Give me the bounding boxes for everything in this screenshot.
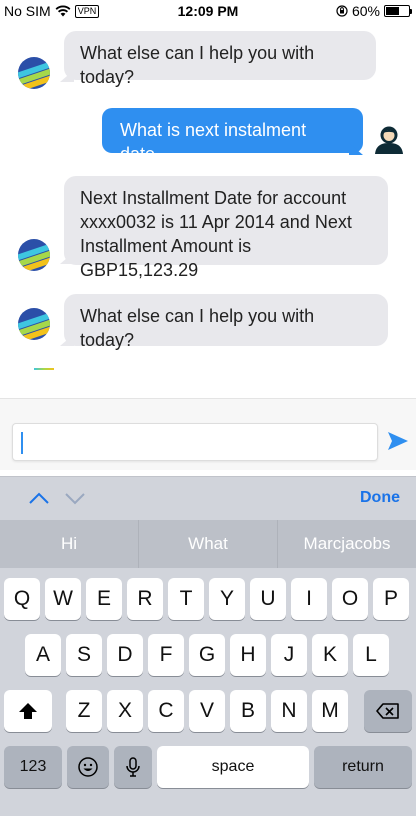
bot-avatar-icon <box>18 308 50 340</box>
message-input[interactable] <box>12 423 378 461</box>
chevron-up-icon[interactable] <box>28 491 50 505</box>
bot-message: What else can I help you with today? <box>64 31 376 87</box>
key-b[interactable]: B <box>230 690 266 732</box>
typing-indicator <box>34 368 54 370</box>
suggestion-item[interactable]: Hi <box>0 520 139 568</box>
status-right: 60% <box>336 3 412 19</box>
key-t[interactable]: T <box>168 578 204 620</box>
shift-key[interactable] <box>4 690 52 732</box>
done-button[interactable]: Done <box>360 489 400 507</box>
battery-fill <box>386 7 400 15</box>
key-a[interactable]: A <box>25 634 61 676</box>
shift-icon <box>19 703 37 719</box>
backspace-icon <box>376 703 399 719</box>
key-v[interactable]: V <box>189 690 225 732</box>
key-g[interactable]: G <box>189 634 225 676</box>
key-n[interactable]: N <box>271 690 307 732</box>
key-y[interactable]: Y <box>209 578 245 620</box>
key-k[interactable]: K <box>312 634 348 676</box>
chevron-down-icon[interactable] <box>64 491 86 505</box>
key-m[interactable]: M <box>312 690 348 732</box>
message-line: xxxx0032 is 11 Apr 2014 and Next <box>80 212 352 232</box>
key-x[interactable]: X <box>107 690 143 732</box>
key-z[interactable]: Z <box>66 690 102 732</box>
message-text: What is next instalment date <box>120 120 307 164</box>
keyboard: Hi What Marcjacobs Q W E R T Y U I O P A… <box>0 520 416 816</box>
keyboard-accessory-bar: Done <box>0 476 416 520</box>
key-s[interactable]: S <box>66 634 102 676</box>
status-bar: No SIM VPN 12:09 PM 60% <box>0 0 416 22</box>
suggestion-item[interactable]: What <box>139 520 278 568</box>
numbers-key[interactable]: 123 <box>4 746 62 788</box>
message-text: What else can I help you with today? <box>80 306 315 350</box>
bot-message: Next Installment Date for account xxxx00… <box>64 176 388 280</box>
key-w[interactable]: W <box>45 578 81 620</box>
rotation-lock-icon <box>336 5 348 17</box>
battery-icon <box>384 5 412 17</box>
key-e[interactable]: E <box>86 578 122 620</box>
key-d[interactable]: D <box>107 634 143 676</box>
key-f[interactable]: F <box>148 634 184 676</box>
key-o[interactable]: O <box>332 578 368 620</box>
bot-avatar-icon <box>18 239 50 271</box>
predictive-bar: Hi What Marcjacobs <box>0 520 416 568</box>
battery-percent: 60% <box>351 3 380 19</box>
message-line: Installment Amount is GBP15,123.29 <box>80 236 252 280</box>
bot-message: What else can I help you with today? <box>64 294 388 350</box>
key-i[interactable]: I <box>291 578 327 620</box>
key-l[interactable]: L <box>353 634 389 676</box>
dictation-key[interactable] <box>114 746 152 788</box>
text-caret <box>21 432 23 454</box>
key-j[interactable]: J <box>271 634 307 676</box>
return-key[interactable]: return <box>314 746 412 788</box>
input-bar <box>0 398 416 470</box>
message-line: Next Installment Date for account <box>80 188 347 208</box>
key-h[interactable]: H <box>230 634 266 676</box>
key-u[interactable]: U <box>250 578 286 620</box>
key-p[interactable]: P <box>373 578 409 620</box>
key-q[interactable]: Q <box>4 578 40 620</box>
emoji-icon <box>78 757 98 777</box>
user-avatar-icon <box>373 123 405 155</box>
space-key[interactable]: space <box>157 746 309 788</box>
chat-area[interactable]: What else can I help you with today? Wha… <box>0 22 416 392</box>
backspace-key[interactable] <box>364 690 412 732</box>
send-icon[interactable] <box>386 430 410 452</box>
key-r[interactable]: R <box>127 578 163 620</box>
emoji-key[interactable] <box>67 746 109 788</box>
user-message: What is next instalment date <box>102 108 363 164</box>
bot-avatar-icon <box>18 57 50 89</box>
bubble-tail <box>349 143 363 155</box>
message-text: What else can I help you with today? <box>80 43 315 87</box>
microphone-icon <box>126 757 140 777</box>
suggestion-item[interactable]: Marcjacobs <box>278 520 416 568</box>
key-c[interactable]: C <box>148 690 184 732</box>
phone-screen: No SIM VPN 12:09 PM 60% What else can I … <box>0 0 416 821</box>
